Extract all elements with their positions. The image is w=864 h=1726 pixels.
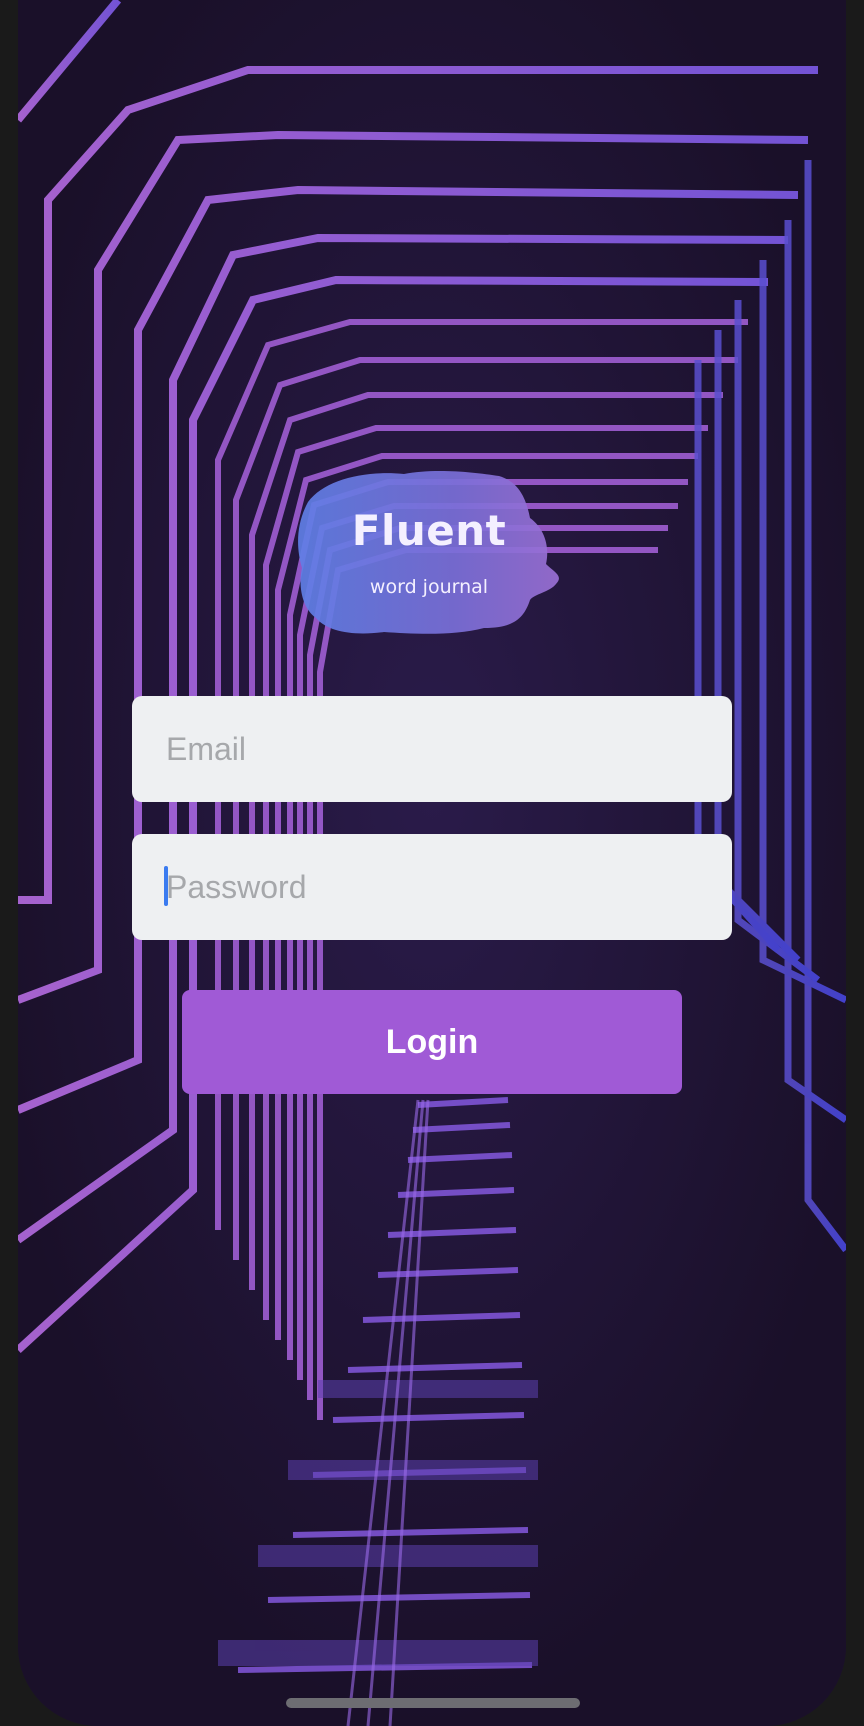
app-tagline: word journal: [369, 576, 489, 598]
home-indicator[interactable]: [286, 1698, 580, 1708]
phone-screen: Fluent word journal Login: [18, 0, 846, 1726]
password-field[interactable]: [132, 834, 732, 940]
app-logo: Fluent word journal: [294, 468, 598, 644]
password-input[interactable]: [164, 867, 732, 907]
email-input[interactable]: [164, 729, 732, 769]
app-name: Fluent: [351, 506, 507, 555]
email-field[interactable]: [132, 696, 732, 802]
login-button[interactable]: Login: [182, 990, 682, 1094]
text-caret: [164, 866, 168, 906]
watercolor-brush-icon: [298, 470, 559, 634]
